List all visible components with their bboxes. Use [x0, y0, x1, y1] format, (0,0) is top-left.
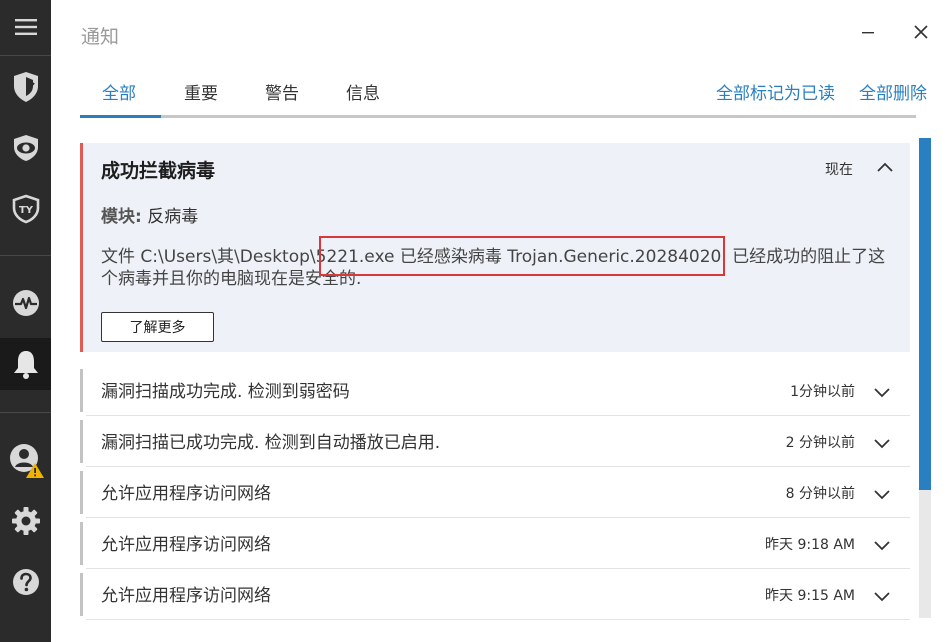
tab-all[interactable]: 全部 — [102, 79, 136, 104]
row-divider — [86, 568, 910, 569]
row-divider — [86, 466, 910, 467]
notification-body: 文件 C:\Users\其\Desktop\5221.exe 已经感染病毒 Tr… — [101, 247, 886, 289]
tab-info[interactable]: 信息 — [346, 79, 380, 104]
mark-all-read-link[interactable]: 全部标记为已读 — [716, 79, 835, 104]
notification-time: 昨天 9:18 AM — [765, 537, 855, 553]
row-divider — [86, 415, 910, 416]
tab-important[interactable]: 重要 — [184, 79, 218, 104]
module-value: 反病毒 — [147, 207, 199, 227]
sidebar-divider — [0, 412, 51, 413]
notification-row[interactable]: 允许应用程序访问网络 昨天 9:18 AM — [80, 522, 910, 569]
notification-row[interactable]: 允许应用程序访问网络 8 分钟以前 — [80, 471, 910, 518]
chevron-up-icon[interactable] — [875, 158, 895, 178]
bell-icon — [13, 351, 38, 379]
sidebar-divider — [0, 255, 51, 256]
tab-warning[interactable]: 警告 — [265, 79, 299, 104]
scrollbar[interactable] — [919, 138, 931, 618]
sidebar-item-help[interactable] — [0, 558, 51, 606]
close-icon — [914, 25, 928, 39]
notification-module: 模块: 反病毒 — [101, 202, 198, 227]
sidebar: TY — [0, 0, 51, 642]
minimize-button[interactable] — [854, 18, 882, 46]
help-icon — [12, 569, 39, 595]
sidebar-item-activity[interactable] — [0, 279, 51, 327]
sidebar-item-account[interactable] — [0, 436, 51, 484]
notification-row[interactable]: 漏洞扫描成功完成. 检测到弱密码 1分钟以前 — [80, 369, 910, 416]
user-warning-icon — [9, 444, 44, 478]
eye-icon — [13, 135, 38, 161]
row-divider — [86, 517, 910, 518]
chevron-down-icon[interactable] — [872, 484, 892, 504]
sidebar-item-menu[interactable] — [0, 3, 51, 51]
notification-time: 1分钟以前 — [790, 384, 855, 400]
delete-all-link[interactable]: 全部删除 — [859, 79, 927, 104]
notification-time: 现在 — [825, 162, 853, 178]
scrollbar-thumb[interactable] — [919, 138, 931, 490]
ty-badge-icon: TY — [12, 194, 39, 224]
notification-title: 漏洞扫描成功完成. 检测到弱密码 — [101, 382, 350, 402]
notification-row[interactable]: 漏洞扫描已成功完成. 检测到自动播放已启用. 2 分钟以前 — [80, 420, 910, 467]
notification-time: 昨天 9:15 AM — [765, 588, 855, 604]
chevron-down-icon[interactable] — [872, 535, 892, 555]
window-title: 通知 — [81, 26, 120, 48]
sidebar-item-privacy[interactable] — [0, 124, 51, 172]
notification-title: 允许应用程序访问网络 — [101, 484, 271, 504]
notification-row[interactable]: 允许应用程序访问网络 昨天 9:15 AM — [80, 573, 910, 620]
row-divider — [86, 619, 910, 620]
notification-time: 2 分钟以前 — [785, 435, 855, 451]
svg-text:TY: TY — [18, 205, 33, 216]
pulse-icon — [12, 290, 39, 316]
gear-icon — [11, 507, 40, 535]
notification-title: 允许应用程序访问网络 — [101, 535, 271, 555]
tabs-baseline — [80, 115, 916, 118]
chevron-down-icon[interactable] — [872, 382, 892, 402]
hamburger-menu-icon — [14, 19, 37, 35]
notification-title: 漏洞扫描已成功完成. 检测到自动播放已启用. — [101, 433, 441, 453]
sidebar-item-protection[interactable] — [0, 63, 51, 111]
notification-title: 允许应用程序访问网络 — [101, 586, 271, 606]
active-tab-indicator — [80, 115, 161, 118]
notification-list: 成功拦截病毒 现在 模块: 反病毒 文件 C:\Users\其\Desktop\… — [80, 138, 910, 628]
learn-more-button[interactable]: 了解更多 — [101, 312, 214, 342]
module-label: 模块: — [101, 207, 142, 227]
sidebar-item-settings[interactable] — [0, 497, 51, 545]
close-button[interactable] — [907, 18, 935, 46]
chevron-down-icon[interactable] — [872, 586, 892, 606]
notification-panel: 通知 全部 重要 警告 信息 全部标记为已读 全部删除 成功拦截病毒 现在 模块… — [51, 0, 951, 642]
notification-time: 8 分钟以前 — [785, 486, 855, 502]
shield-icon — [13, 72, 38, 102]
notification-card-expanded[interactable]: 成功拦截病毒 现在 模块: 反病毒 文件 C:\Users\其\Desktop\… — [80, 143, 910, 352]
sidebar-item-ty[interactable]: TY — [0, 185, 51, 233]
sidebar-item-notifications[interactable] — [0, 338, 51, 390]
minimize-icon — [862, 32, 874, 34]
sidebar-divider — [0, 55, 51, 56]
chevron-down-icon[interactable] — [872, 433, 892, 453]
notification-title: 成功拦截病毒 — [101, 160, 216, 182]
